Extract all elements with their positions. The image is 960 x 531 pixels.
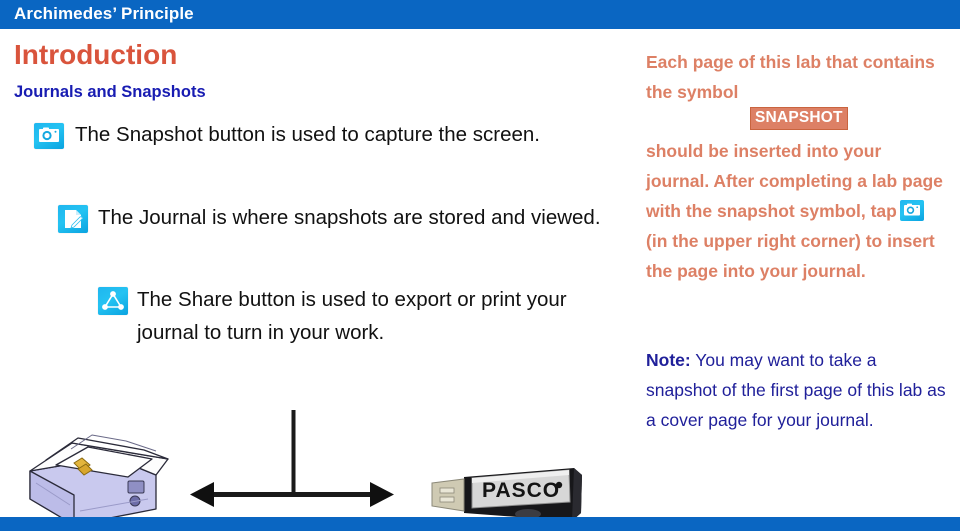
- journal-document-icon[interactable]: [58, 205, 88, 233]
- section-subheading: Journals and Snapshots: [14, 83, 206, 101]
- list-item-label: The Share button is used to export or pr…: [137, 288, 567, 344]
- list-item-label: The Snapshot button is used to capture t…: [75, 123, 540, 146]
- right-paragraph-b-part1: should be inserted into your journal. Af…: [646, 141, 943, 221]
- list-item: The Journal is where snapshots are store…: [58, 201, 603, 234]
- note-body: You may want to take a snapshot of the f…: [646, 350, 946, 430]
- snapshot-camera-icon[interactable]: [34, 123, 64, 149]
- double-arrow-diagram: [186, 394, 406, 531]
- right-paragraph-b-part2: (in the upper right corner) to insert th…: [646, 231, 935, 281]
- page-title: Archimedes’ Principle: [14, 4, 194, 23]
- slide-canvas: Archimedes’ Principle Introduction Journ…: [0, 0, 960, 531]
- list-item: The Snapshot button is used to capture t…: [34, 118, 594, 151]
- section-heading: Introduction: [14, 39, 178, 70]
- projector-illustration: [16, 413, 184, 531]
- note-paragraph: Note: You may want to take a snapshot of…: [646, 345, 948, 435]
- list-item: The Share button is used to export or pr…: [98, 283, 603, 349]
- left-content-column: Introduction Journals and Snapshots The …: [0, 29, 636, 526]
- header-bar: Archimedes’ Principle: [0, 0, 960, 29]
- status-badge: SNAPSHOT: [750, 107, 848, 130]
- list-item-label: The Journal is where snapshots are store…: [98, 206, 601, 229]
- snapshot-camera-icon[interactable]: [899, 200, 924, 221]
- right-paragraph-b: should be inserted into your journal. Af…: [646, 136, 946, 286]
- snapshot-badge-row: SNAPSHOT: [750, 107, 848, 130]
- footer-bar: [0, 517, 960, 531]
- share-network-icon[interactable]: [98, 287, 128, 315]
- usb-brand-label: PASCO: [482, 479, 560, 502]
- right-paragraph-a: Each page of this lab that contains the …: [646, 52, 935, 102]
- note-label: Note:: [646, 350, 691, 370]
- right-content-column: Each page of this lab that contains the …: [644, 29, 960, 517]
